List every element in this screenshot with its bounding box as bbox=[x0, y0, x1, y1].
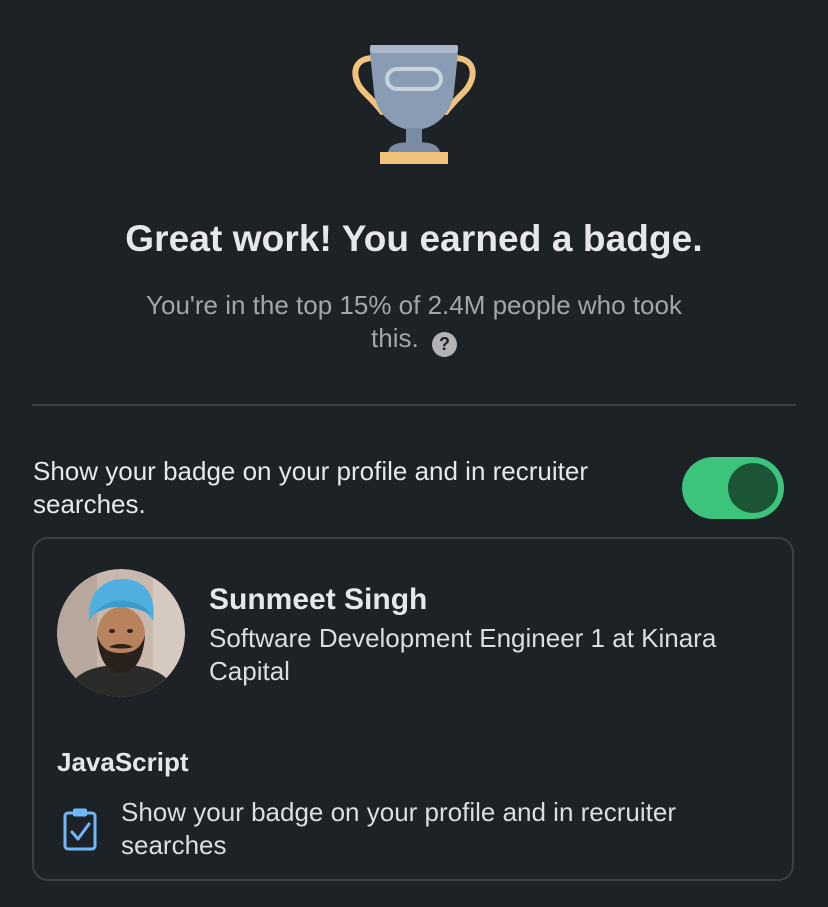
badge-rank-text: You're in the top 15% of 2.4M people who… bbox=[120, 289, 708, 357]
clipboard-check-icon bbox=[63, 808, 97, 851]
badge-rank-label: You're in the top 15% of 2.4M people who… bbox=[146, 290, 682, 353]
profile-preview-card: Sunmeet Singh Software Development Engin… bbox=[32, 537, 794, 881]
skill-name: JavaScript bbox=[57, 747, 189, 777]
profile-headline: Software Development Engineer 1 at Kinar… bbox=[209, 623, 717, 686]
skill-badge-description: Show your badge on your profile and in r… bbox=[121, 797, 676, 860]
divider bbox=[32, 404, 796, 406]
badge-headline: Great work! You earned a badge. bbox=[125, 218, 703, 259]
show-badge-label: Show your badge on your profile and in r… bbox=[33, 456, 588, 519]
show-badge-toggle[interactable] bbox=[682, 457, 784, 519]
avatar bbox=[57, 569, 185, 697]
help-icon[interactable]: ? bbox=[431, 332, 457, 357]
toggle-knob bbox=[728, 463, 778, 513]
profile-name: Sunmeet Singh bbox=[209, 583, 428, 616]
trophy-icon bbox=[352, 45, 476, 164]
